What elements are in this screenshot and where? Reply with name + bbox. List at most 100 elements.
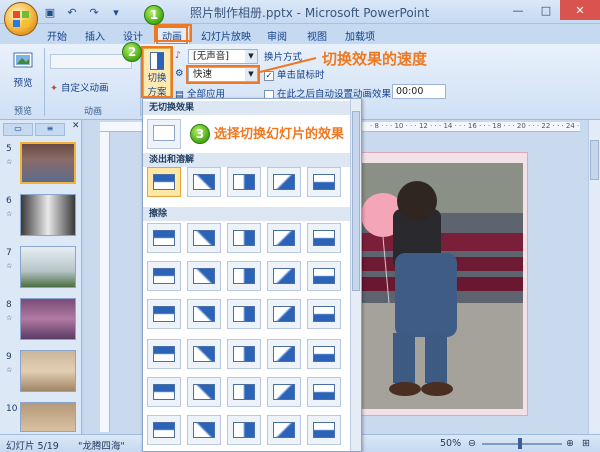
office-logo-icon — [13, 11, 29, 27]
transition-wipe-option[interactable] — [187, 299, 221, 329]
transition-wipe-option[interactable] — [187, 415, 221, 445]
tab-slides[interactable]: ▭ — [3, 123, 33, 136]
transition-preview-icon — [193, 230, 215, 246]
sound-dropdown[interactable]: [无声音] ▼ — [188, 49, 258, 64]
transition-wipe-option[interactable] — [267, 339, 301, 369]
transition-wipe-option[interactable] — [267, 415, 301, 445]
gallery-scroll-thumb[interactable] — [352, 111, 360, 291]
tab-addins[interactable]: 加载项 — [340, 26, 380, 44]
tab-label: 审阅 — [267, 31, 287, 43]
transition-none[interactable] — [147, 119, 181, 149]
zoom-in-icon[interactable]: ⊕ — [566, 438, 574, 449]
slide-thumbnail-row[interactable]: 7 ☆ — [4, 246, 80, 292]
zoom-level: 50% — [440, 438, 462, 449]
transition-wipe-option[interactable] — [147, 299, 181, 329]
transition-wipe-option[interactable] — [307, 223, 341, 253]
save-icon[interactable]: ▣ — [42, 4, 58, 20]
fit-window-icon[interactable]: ⊞ — [582, 438, 590, 449]
transition-gallery[interactable]: 无切换效果 淡出和溶解 擦除 — [142, 98, 362, 452]
slide-thumbnail-row[interactable]: 6 ☆ — [4, 194, 80, 240]
transition-preview-icon — [153, 268, 175, 284]
animation-group-label: 动画 — [83, 107, 102, 117]
transition-preview-icon — [193, 306, 215, 322]
slide-counter: 幻灯片 5/19 — [6, 441, 59, 452]
transition-wipe-option[interactable] — [307, 415, 341, 445]
transition-wipe-option[interactable] — [187, 339, 221, 369]
slide-thumbnail[interactable] — [20, 142, 76, 184]
slide-thumbnail[interactable] — [20, 402, 76, 432]
tab-view[interactable]: 视图 — [302, 26, 332, 44]
transition-wipe-option[interactable] — [147, 415, 181, 445]
slide-thumbnail-row[interactable]: 8 ☆ — [4, 298, 80, 344]
slide-thumbnail-row[interactable]: 9 ☆ — [4, 350, 80, 396]
transition-preview-icon — [233, 268, 255, 284]
transition-wipe-option[interactable] — [147, 261, 181, 291]
minimize-button[interactable]: — — [504, 0, 532, 20]
transition-preview-icon — [313, 346, 335, 362]
animate-dropdown[interactable] — [50, 54, 132, 69]
transition-preview-icon — [233, 384, 255, 400]
undo-icon[interactable]: ↶ — [64, 4, 80, 20]
slide-canvas[interactable] — [352, 152, 528, 416]
transition-wipe-option[interactable] — [307, 377, 341, 407]
pane-close-icon[interactable]: ✕ — [72, 121, 80, 131]
transition-wipe-option[interactable] — [267, 299, 301, 329]
transition-wipe-option[interactable] — [227, 377, 261, 407]
transition-wipe-option[interactable] — [227, 415, 261, 445]
redo-icon[interactable]: ↷ — [86, 4, 102, 20]
transition-fade-option[interactable] — [267, 167, 301, 197]
transition-wipe-option[interactable] — [227, 339, 261, 369]
preview-button[interactable]: 预览 — [8, 50, 38, 89]
transition-wipe-option[interactable] — [147, 223, 181, 253]
tab-outline[interactable]: ≡ — [35, 123, 65, 136]
gallery-callout: 选择切换幻灯片的效果 — [214, 127, 345, 142]
customize-qat-icon[interactable]: ▾ — [108, 4, 124, 20]
transition-wipe-option[interactable] — [227, 299, 261, 329]
transition-fade-option[interactable] — [307, 167, 341, 197]
zoom-slider-thumb[interactable] — [518, 438, 522, 449]
transition-wipe-option[interactable] — [147, 377, 181, 407]
tab-review[interactable]: 审阅 — [262, 26, 292, 44]
slide-thumbnail[interactable] — [20, 194, 76, 236]
tab-slideshow[interactable]: 幻灯片放映 — [198, 26, 254, 44]
transition-wipe-option[interactable] — [187, 261, 221, 291]
auto-advance-time-input[interactable]: 00:00 — [392, 84, 446, 99]
custom-animation-button[interactable]: ✦ 自定义动画 — [50, 80, 109, 94]
tab-insert[interactable]: 插入 — [80, 26, 110, 44]
window-title: 照片制作相册.pptx - Microsoft PowerPoint — [190, 6, 430, 20]
transition-wipe-option[interactable] — [307, 299, 341, 329]
transition-wipe-option[interactable] — [227, 223, 261, 253]
vertical-scrollbar[interactable] — [588, 120, 600, 434]
close-button[interactable]: ✕ — [560, 0, 600, 20]
office-button[interactable] — [4, 2, 38, 36]
slide-thumbnail[interactable] — [20, 350, 76, 392]
slide-thumbnail[interactable] — [20, 298, 76, 340]
maximize-button[interactable]: □ — [532, 0, 560, 20]
scroll-thumb[interactable] — [590, 140, 599, 180]
transition-wipe-option[interactable] — [227, 261, 261, 291]
transition-preview-icon — [313, 306, 335, 322]
pane-tabs: ▭ ≡ — [3, 123, 65, 136]
transition-wipe-option[interactable] — [187, 377, 221, 407]
slide-thumbnail-row[interactable]: 10 — [4, 402, 80, 432]
transition-wipe-option[interactable] — [307, 339, 341, 369]
slide-thumbnail[interactable] — [20, 246, 76, 288]
transition-fade-option[interactable] — [227, 167, 261, 197]
zoom-slider[interactable] — [482, 443, 562, 445]
transition-fade-option[interactable] — [147, 167, 181, 197]
transition-wipe-option[interactable] — [267, 261, 301, 291]
transition-wipe-option[interactable] — [267, 377, 301, 407]
transition-wipe-option[interactable] — [307, 261, 341, 291]
gallery-scrollbar[interactable] — [350, 99, 361, 451]
zoom-out-icon[interactable]: ⊖ — [468, 438, 476, 449]
transition-wipe-option[interactable] — [267, 223, 301, 253]
transition-wipe-option[interactable] — [187, 223, 221, 253]
transition-marker-icon: ☆ — [6, 158, 13, 166]
tab-label: 设计 — [123, 31, 143, 43]
transition-wipe-option[interactable] — [147, 339, 181, 369]
tab-home[interactable]: 开始 — [42, 26, 72, 44]
tab-label: 视图 — [307, 31, 327, 43]
section-no-transition: 无切换效果 — [143, 101, 351, 115]
transition-fade-option[interactable] — [187, 167, 221, 197]
slide-thumbnail-row[interactable]: 5 ☆ — [4, 142, 80, 188]
